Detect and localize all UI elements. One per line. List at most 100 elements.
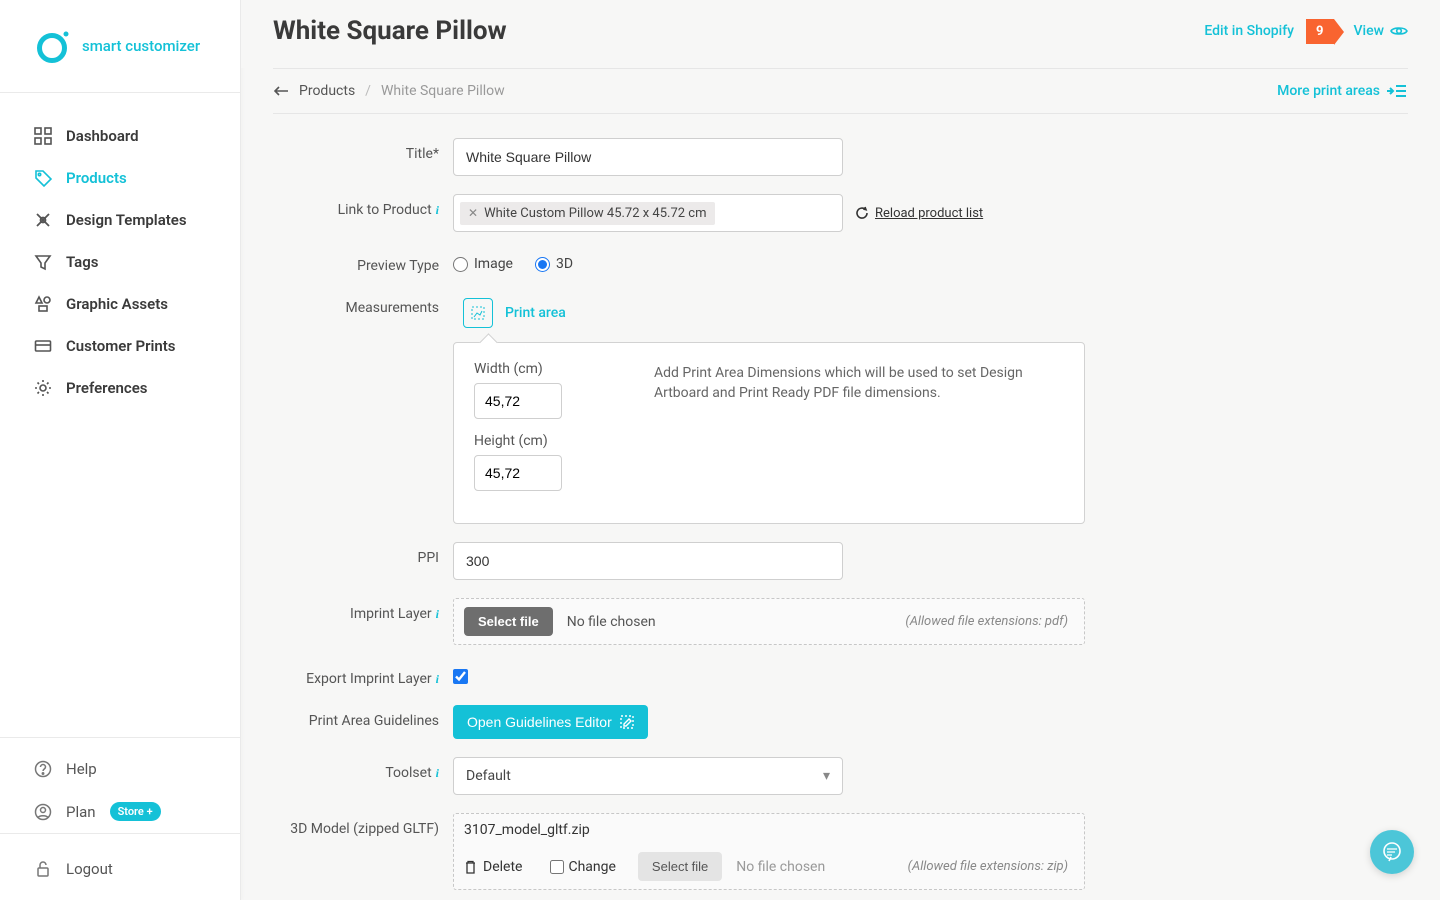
print-area-panel: Width (cm) Height (cm) Add Print Area Di… (453, 342, 1085, 524)
info-icon[interactable]: i (436, 672, 439, 687)
sidebar-item-dashboard[interactable]: Dashboard (0, 115, 240, 157)
change-label: Change (568, 859, 615, 875)
help-label: Help (66, 760, 97, 778)
width-input[interactable] (474, 383, 562, 419)
product-chip: ✕White Custom Pillow 45.72 x 45.72 cm (460, 202, 715, 225)
reload-product-list-link[interactable]: Reload product list (855, 206, 983, 221)
edit-in-shopify-link[interactable]: Edit in Shopify (1204, 23, 1294, 39)
sidebar-item-preferences[interactable]: Preferences (0, 367, 240, 409)
plan-label: Plan (66, 803, 96, 821)
nav-label: Tags (66, 253, 99, 271)
width-label: Width (cm) (474, 361, 614, 377)
plan-pill: Store + (110, 802, 161, 821)
guidelines-label: Print Area Guidelines (273, 705, 453, 729)
nav-label: Dashboard (66, 127, 139, 145)
btn-label: Open Guidelines Editor (467, 714, 612, 730)
more-print-areas-link[interactable]: More print areas (1277, 83, 1408, 99)
preview-type-label: Preview Type (273, 250, 453, 274)
crumb-root[interactable]: Products (299, 83, 355, 99)
crumb-separator: / (365, 83, 371, 99)
delete-button[interactable]: Delete (464, 859, 522, 875)
tag-icon (34, 169, 52, 187)
help-icon (34, 760, 52, 778)
logo-icon (34, 28, 70, 64)
preview-3d-radio[interactable]: 3D (535, 256, 573, 272)
toolset-label: Toolset (385, 765, 431, 781)
info-icon[interactable]: i (436, 766, 439, 781)
radio-label: Image (474, 256, 513, 272)
chevron-down-icon: ▾ (823, 768, 830, 784)
select-value: Default (466, 768, 511, 784)
link-product-input[interactable]: ✕White Custom Pillow 45.72 x 45.72 cm (453, 194, 843, 232)
sidebar-item-design-templates[interactable]: Design Templates (0, 199, 240, 241)
header-actions: Edit in Shopify 9 View (1204, 19, 1408, 44)
lock-icon (34, 860, 52, 878)
logout-label: Logout (66, 860, 113, 878)
filter-icon (34, 253, 52, 271)
reload-label: Reload product list (875, 206, 983, 221)
sidebar: smart customizer Dashboard Products Desi… (0, 0, 241, 900)
model-label: 3D Model (zipped GLTF) (273, 813, 453, 837)
print-area-tab-label: Print area (505, 305, 566, 321)
export-imprint-checkbox[interactable] (453, 669, 468, 684)
notification-badge[interactable]: 9 (1306, 19, 1333, 44)
imprint-file-zone: Select file No file chosen (Allowed file… (453, 598, 1085, 645)
remove-chip-icon[interactable]: ✕ (468, 206, 478, 220)
toolset-select[interactable]: Default ▾ (453, 757, 843, 795)
breadcrumb-bar: Products / White Square Pillow More prin… (273, 68, 1408, 114)
select-file-button[interactable]: Select file (464, 607, 553, 636)
reload-icon (855, 206, 869, 220)
select-file-button[interactable]: Select file (638, 852, 722, 881)
sidebar-nav: Dashboard Products Design Templates Tags… (0, 93, 240, 737)
header: White Square Pillow Edit in Shopify 9 Vi… (241, 0, 1440, 68)
height-input[interactable] (474, 455, 562, 491)
back-arrow-icon[interactable] (273, 85, 289, 97)
title-label: Title* (273, 138, 453, 162)
sidebar-item-tags[interactable]: Tags (0, 241, 240, 283)
sidebar-item-graphic-assets[interactable]: Graphic Assets (0, 283, 240, 325)
crumb-current: White Square Pillow (381, 83, 505, 99)
delete-label: Delete (483, 859, 522, 875)
breadcrumb: Products / White Square Pillow (273, 83, 505, 99)
preview-image-radio[interactable]: Image (453, 256, 513, 272)
user-icon (34, 803, 52, 821)
chat-fab[interactable] (1370, 830, 1414, 874)
trash-icon (464, 860, 477, 874)
more-print-areas-label: More print areas (1277, 83, 1380, 99)
brand-name: smart customizer (82, 37, 200, 55)
file-hint: (Allowed file extensions: zip) (908, 859, 1074, 874)
export-imprint-label: Export Imprint Layer (306, 671, 432, 687)
logo[interactable]: smart customizer (0, 0, 240, 93)
title-input[interactable] (453, 138, 843, 176)
file-status: No file chosen (736, 859, 825, 875)
nav-label: Customer Prints (66, 337, 176, 355)
edit-icon (620, 715, 634, 729)
info-icon[interactable]: i (436, 607, 439, 622)
nav-label: Preferences (66, 379, 148, 397)
help-link[interactable]: Help (0, 748, 240, 790)
model-filename: 3107_model_gltf.zip (464, 822, 590, 838)
view-link[interactable]: View (1354, 23, 1409, 39)
form-area: Title* Link to Product i ✕White Custom P… (241, 114, 1440, 900)
ppi-label: PPI (273, 542, 453, 566)
main: White Square Pillow Edit in Shopify 9 Vi… (241, 0, 1440, 900)
radio-label: 3D (556, 256, 573, 272)
sidebar-item-customer-prints[interactable]: Customer Prints (0, 325, 240, 367)
gear-icon (34, 379, 52, 397)
eye-icon (1390, 25, 1408, 37)
chat-icon (1381, 841, 1403, 863)
sidebar-item-products[interactable]: Products (0, 157, 240, 199)
open-guidelines-button[interactable]: Open Guidelines Editor (453, 705, 648, 739)
nav-label: Products (66, 169, 127, 187)
ppi-input[interactable] (453, 542, 843, 580)
info-icon[interactable]: i (436, 203, 439, 218)
logout-link[interactable]: Logout (0, 848, 240, 890)
change-checkbox[interactable]: Change (550, 859, 615, 875)
link-product-label: Link to Product (338, 202, 432, 218)
file-status: No file chosen (567, 614, 656, 630)
model-file-zone: 3107_model_gltf.zip Delete Change (453, 813, 1085, 890)
panel-description: Add Print Area Dimensions which will be … (654, 361, 1064, 505)
print-area-tab[interactable]: Print area (453, 292, 576, 334)
file-hint: (Allowed file extensions: pdf) (905, 614, 1074, 629)
plan-link[interactable]: Plan Store + (0, 790, 240, 833)
